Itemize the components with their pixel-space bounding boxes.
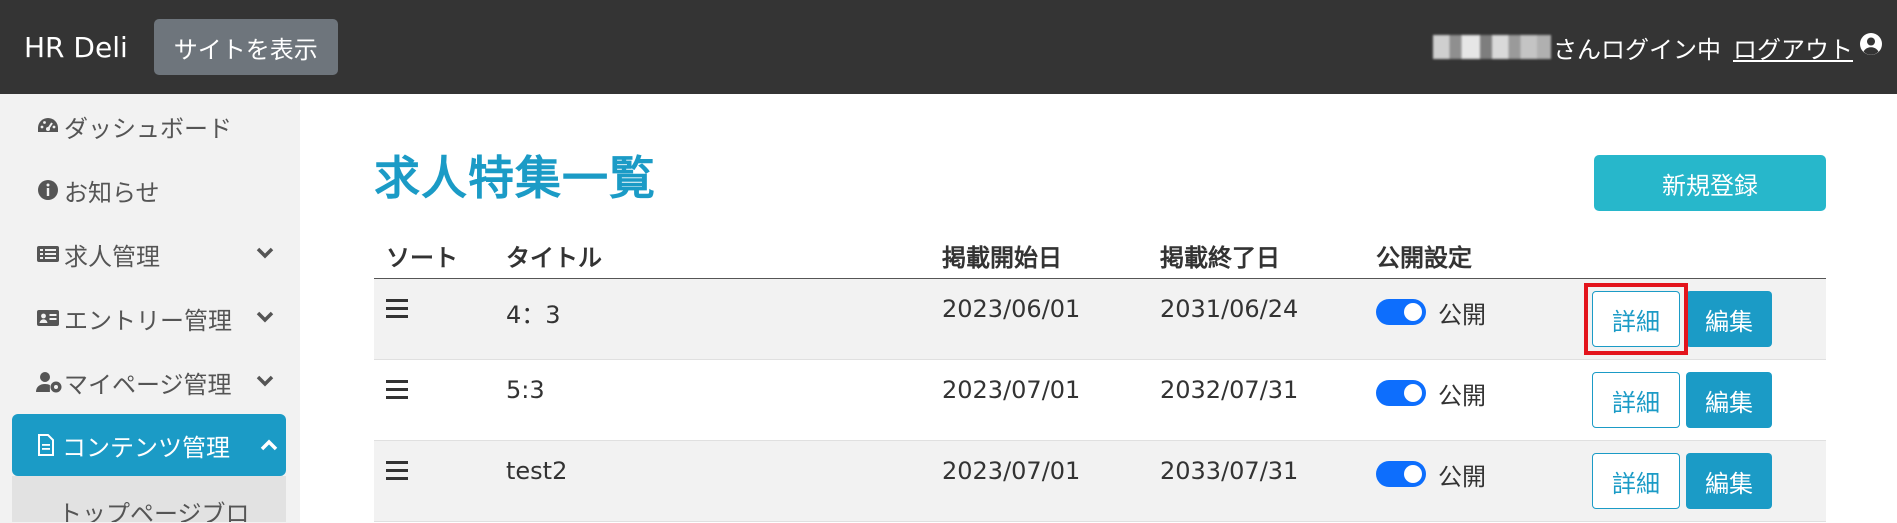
sidebar-item-dashboard[interactable]: ダッシュボード [0,94,300,158]
row-title: test2 [506,457,568,485]
drag-handle-icon[interactable] [386,299,408,319]
sidebar-item-contents[interactable]: コンテンツ管理 [12,414,286,476]
edit-button[interactable]: 編集 [1686,291,1772,347]
info-circle-icon [36,178,60,202]
chevron-down-icon [254,242,276,264]
sidebar-item-label: コンテンツ管理 [62,433,230,462]
detail-button[interactable]: 詳細 [1592,291,1680,347]
submenu-item-top-page-block[interactable]: トップページブロ [12,476,286,522]
table-row: 4：3 2023/06/01 2031/06/24 公開 詳細 編集 [374,279,1826,360]
row-end-date: 2033/07/31 [1160,457,1299,485]
publish-toggle[interactable] [1376,299,1426,325]
file-alt-icon [34,433,58,457]
feature-table: ソート タイトル 掲載開始日 掲載終了日 公開設定 4：3 2023/06/01… [374,234,1826,522]
user-cog-icon [36,370,62,394]
sidebar-item-label: エントリー管理 [64,306,232,335]
publish-toggle[interactable] [1376,461,1426,487]
chevron-down-icon [254,370,276,392]
sidebar: ダッシュボード お知らせ 求人管理 エントリー管理 マイページ管理 コンテンツ管… [0,94,300,523]
detail-button[interactable]: 詳細 [1592,453,1680,509]
row-start-date: 2023/07/01 [942,376,1081,404]
sidebar-item-news[interactable]: お知らせ [0,158,300,222]
column-header-title: タイトル [506,244,602,272]
user-circle-icon[interactable] [1859,32,1883,62]
sidebar-item-label: お知らせ [64,178,160,207]
column-header-start-date: 掲載開始日 [942,244,1062,272]
detail-button[interactable]: 詳細 [1592,372,1680,428]
row-end-date: 2031/06/24 [1160,295,1299,323]
sidebar-item-mypage[interactable]: マイページ管理 [0,350,300,414]
table-row: test2 2023/07/01 2033/07/31 公開 詳細 編集 [374,441,1826,522]
row-title: 5:3 [506,376,545,404]
id-card-icon [36,306,60,330]
user-area: さんログイン中 ログアウト [1433,0,1883,94]
chevron-up-icon [258,434,280,456]
login-status-text: さんログイン中 [1553,35,1721,64]
drag-handle-icon[interactable] [386,461,408,481]
row-end-date: 2032/07/31 [1160,376,1299,404]
sidebar-item-label: ダッシュボード [64,114,232,143]
row-title: 4：3 [506,301,561,329]
sidebar-item-label: 求人管理 [64,242,160,271]
publish-toggle[interactable] [1376,380,1426,406]
drag-handle-icon[interactable] [386,380,408,400]
brand-logo[interactable]: HR Deli [24,31,128,64]
row-start-date: 2023/07/01 [942,457,1081,485]
blurred-username [1433,35,1551,59]
new-registration-button[interactable]: 新規登録 [1594,155,1826,211]
edit-button[interactable]: 編集 [1686,372,1772,428]
table-row: 5:3 2023/07/01 2032/07/31 公開 詳細 編集 [374,360,1826,441]
publish-status-label: 公開 [1438,301,1486,329]
page-title: 求人特集一覧 [374,151,656,205]
table-header: ソート タイトル 掲載開始日 掲載終了日 公開設定 [374,234,1826,279]
logout-link[interactable]: ログアウト [1733,30,1853,65]
column-header-end-date: 掲載終了日 [1160,244,1280,272]
main-content: 求人特集一覧 新規登録 ソート タイトル 掲載開始日 掲載終了日 公開設定 4：… [300,94,1897,523]
publish-status-label: 公開 [1438,463,1486,491]
publish-status-label: 公開 [1438,382,1486,410]
row-start-date: 2023/06/01 [942,295,1081,323]
gauge-icon [36,114,60,138]
sidebar-item-jobs[interactable]: 求人管理 [0,222,300,286]
sidebar-item-entries[interactable]: エントリー管理 [0,286,300,350]
chevron-down-icon [254,306,276,328]
contents-submenu: トップページブロ [12,476,286,522]
edit-button[interactable]: 編集 [1686,453,1772,509]
column-header-publish: 公開設定 [1376,244,1472,272]
sidebar-item-label: マイページ管理 [64,370,232,399]
top-navbar: HR Deli サイトを表示 さんログイン中 ログアウト [0,0,1897,94]
list-alt-icon [36,242,60,266]
column-header-sort: ソート [386,244,458,272]
view-site-button[interactable]: サイトを表示 [153,19,338,75]
